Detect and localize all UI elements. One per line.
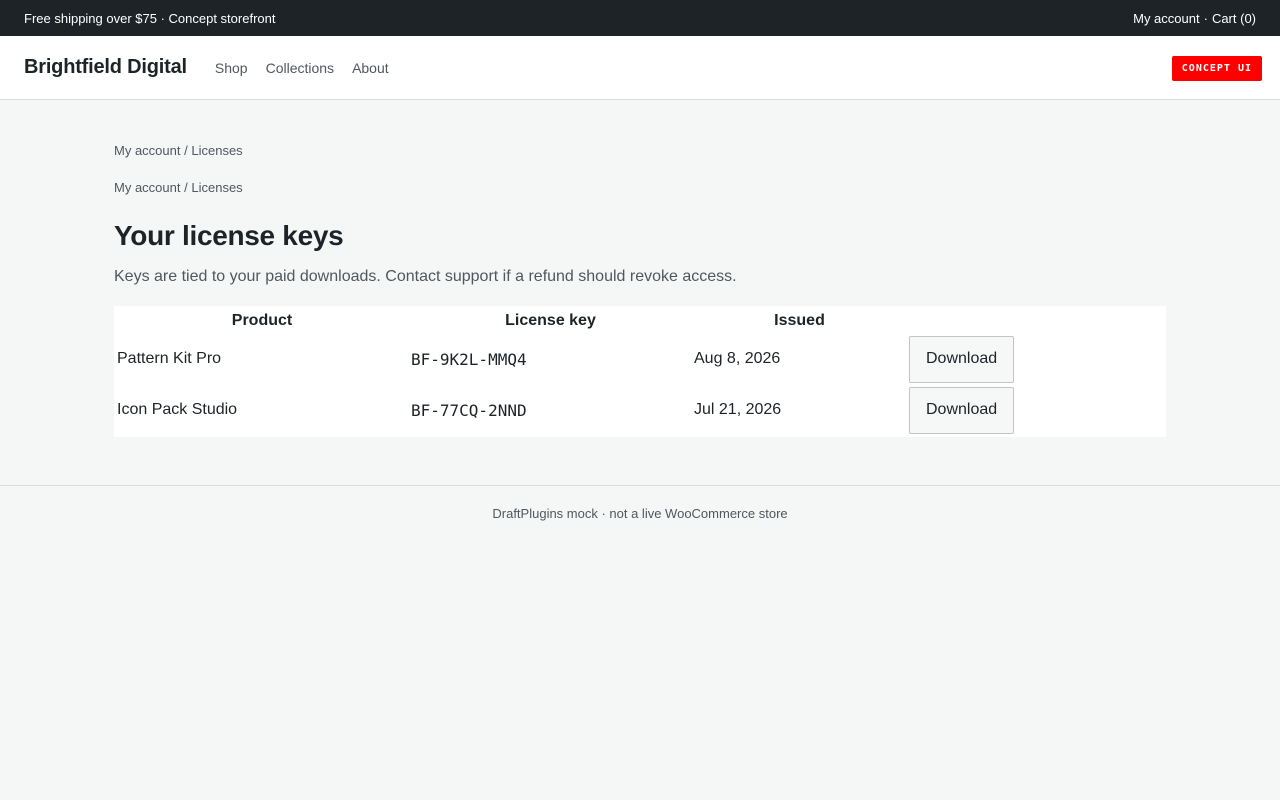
download-button[interactable]: Download xyxy=(909,386,1015,434)
breadcrumb-current: Licenses xyxy=(191,180,243,195)
table-row: Icon Pack Studio BF-77CQ-2NND Jul 21, 20… xyxy=(116,386,1164,435)
my-account-link[interactable]: My account xyxy=(1133,11,1199,26)
breadcrumb-duplicate: My account / Licenses xyxy=(114,158,1166,195)
page-title: Your license keys xyxy=(114,220,344,251)
cell-product: Icon Pack Studio xyxy=(117,401,238,419)
cart-link[interactable]: Cart (0) xyxy=(1212,11,1256,26)
promo-text: Free shipping over $75 · Concept storefr… xyxy=(24,10,276,26)
header-license-key: License key xyxy=(505,312,596,330)
cell-issued: Jul 21, 2026 xyxy=(694,401,782,419)
breadcrumb: My account / Licenses xyxy=(114,100,1166,158)
nav-collections[interactable]: Collections xyxy=(266,60,334,76)
breadcrumb-account[interactable]: My account xyxy=(114,143,180,158)
nav-shop[interactable]: Shop xyxy=(215,60,248,76)
top-bar-links: My account · Cart (0) xyxy=(1133,11,1256,26)
brand-logo[interactable]: Brightfield Digital xyxy=(24,56,187,79)
breadcrumb-separator: / xyxy=(184,180,188,195)
site-footer: DraftPlugins mock · not a live WooCommer… xyxy=(0,484,1280,521)
breadcrumb-separator: / xyxy=(184,143,188,158)
download-button[interactable]: Download xyxy=(909,335,1015,383)
breadcrumb-current: Licenses xyxy=(191,143,243,158)
cell-license-key: BF-77CQ-2NND xyxy=(411,400,527,420)
header-product: Product xyxy=(231,312,293,330)
cell-action: Download xyxy=(908,386,1164,435)
main-nav: Shop Collections About xyxy=(215,60,389,76)
header-issued: Issued xyxy=(774,312,825,330)
footer-text: DraftPlugins mock · not a live WooCommer… xyxy=(492,505,788,521)
table-header-row: Product License key Issued xyxy=(116,308,1164,333)
top-bar-separator: · xyxy=(1203,10,1208,26)
main-content: My account / Licenses My account / Licen… xyxy=(0,100,1280,437)
cell-action: Download xyxy=(908,335,1164,384)
cell-license-key: BF-9K2L-MMQ4 xyxy=(411,349,527,369)
top-bar: Free shipping over $75 · Concept storefr… xyxy=(0,0,1280,36)
site-header: Brightfield Digital Shop Collections Abo… xyxy=(0,36,1280,100)
page-description: Keys are tied to your paid downloads. Co… xyxy=(114,267,737,285)
nav-about[interactable]: About xyxy=(352,60,389,76)
table-row: Pattern Kit Pro BF-9K2L-MMQ4 Aug 8, 2026… xyxy=(116,335,1164,384)
cell-product: Pattern Kit Pro xyxy=(117,350,222,368)
cell-issued: Aug 8, 2026 xyxy=(694,350,781,368)
header-action xyxy=(908,308,1164,333)
concept-ui-badge: CONCEPT UI xyxy=(1171,56,1262,81)
license-keys-table: Product License key Issued Pattern Kit P… xyxy=(114,305,1166,437)
breadcrumb-account[interactable]: My account xyxy=(114,180,180,195)
